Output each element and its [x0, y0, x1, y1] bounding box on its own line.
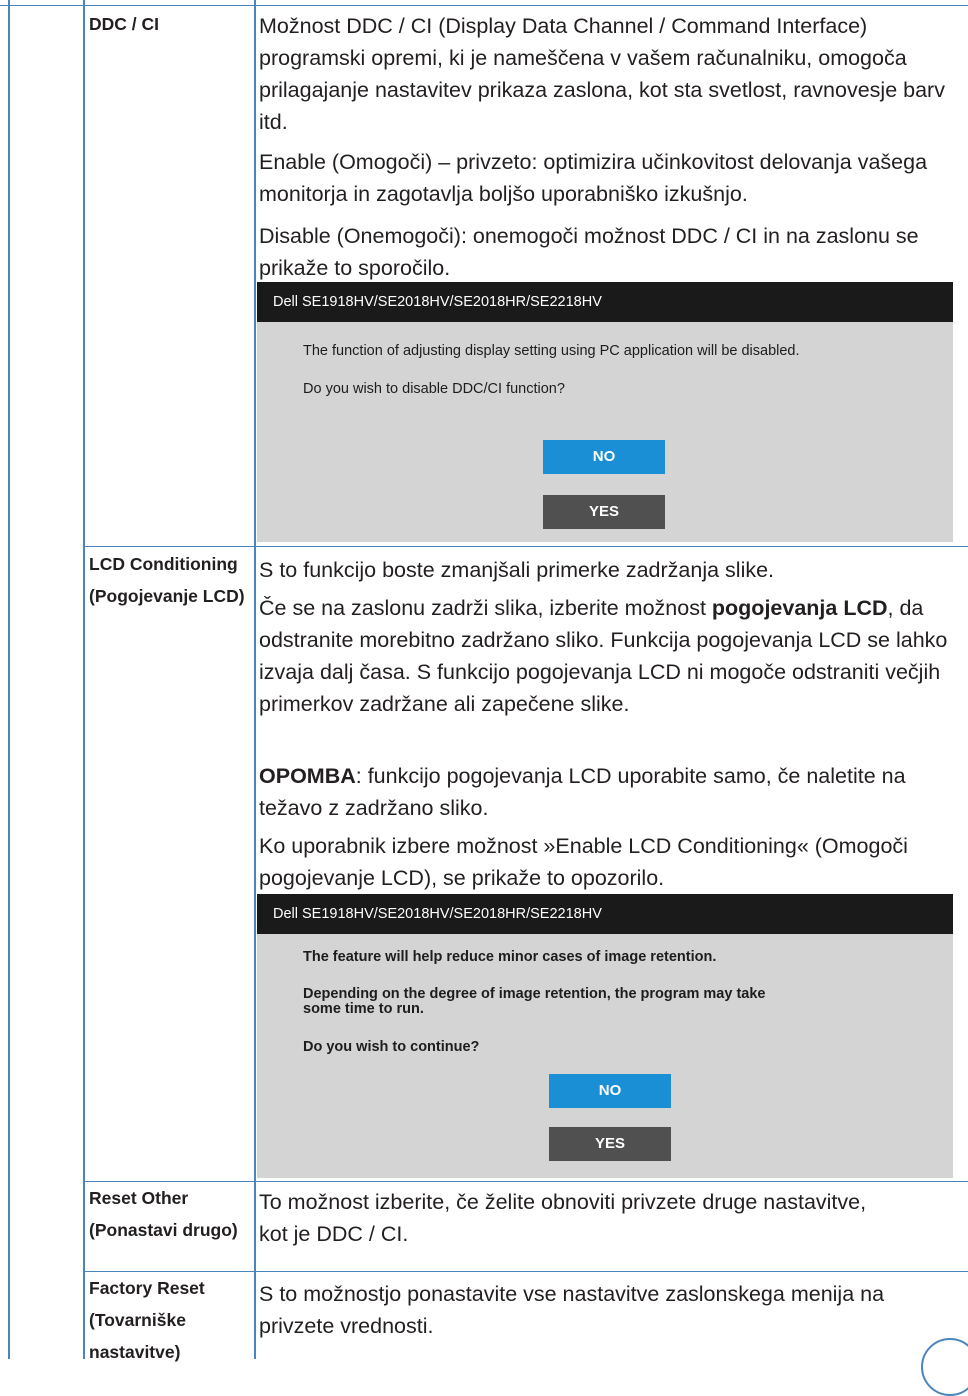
table-row-divider: [83, 546, 968, 547]
emphasis-text: pogojevanja LCD: [711, 596, 888, 620]
yes-button[interactable]: YES: [549, 1127, 671, 1161]
dialog-message: The feature will help reduce minor cases…: [303, 949, 717, 965]
dialog-title: Dell SE1918HV/SE2018HV/SE2018HR/SE2218HV: [257, 282, 953, 322]
lcd-conditioning-warning-text: Ko uporabnik izbere možnost »Enable LCD …: [259, 834, 908, 890]
lcd-conditioning-instructions: Če se na zaslonu zadrži slika, izberite …: [259, 596, 948, 716]
lcd-conditioning-dialog: Dell SE1918HV/SE2018HV/SE2018HR/SE2218HV…: [257, 894, 953, 1178]
row-label-lcd-conditioning: LCD Conditioning (Pogojevanje LCD): [89, 554, 245, 606]
ddc-ci-disable-text: Disable (Onemogoči): onemogoči možnost D…: [259, 224, 919, 280]
table-row-divider: [0, 5, 968, 6]
dialog-message: Depending on the degree of image retenti…: [303, 986, 766, 1017]
table-column-divider: [83, 0, 85, 1359]
lcd-conditioning-intro: S to funkcijo boste zmanjšali primerke z…: [259, 558, 775, 582]
yes-button[interactable]: YES: [543, 495, 665, 529]
page-badge-circle: [921, 1338, 968, 1396]
note-label: OPOMBA: [259, 764, 356, 788]
row-label-ddc-ci: DDC / CI: [89, 14, 159, 34]
factory-reset-description: S to možnostjo ponastavite vse nastavitv…: [259, 1282, 885, 1338]
reset-other-description: To možnost izberite, če želite obnoviti …: [259, 1190, 867, 1246]
ddc-ci-dialog: Dell SE1918HV/SE2018HV/SE2018HR/SE2218HV…: [257, 282, 953, 542]
table-border-left: [8, 0, 10, 1359]
row-label-reset-other: Reset Other (Ponastavi drugo): [89, 1188, 238, 1240]
table-column-divider: [254, 0, 256, 1359]
dialog-question: Do you wish to continue?: [303, 1039, 480, 1055]
dialog-question: Do you wish to disable DDC/CI function?: [303, 381, 565, 397]
ddc-ci-enable-text: Enable (Omogoči) – privzeto: optimizira …: [259, 150, 928, 206]
lcd-conditioning-note: OPOMBA: funkcijo pogojevanja LCD uporabi…: [259, 764, 906, 820]
ddc-ci-description: Možnost DDC / CI (Display Data Channel /…: [259, 14, 945, 134]
row-label-factory-reset: Factory Reset (Tovarniške nastavitve): [89, 1278, 205, 1362]
no-button[interactable]: NO: [549, 1074, 671, 1108]
dialog-message: The function of adjusting display settin…: [303, 343, 800, 359]
dialog-title: Dell SE1918HV/SE2018HV/SE2018HR/SE2218HV: [257, 894, 953, 934]
no-button[interactable]: NO: [543, 440, 665, 474]
